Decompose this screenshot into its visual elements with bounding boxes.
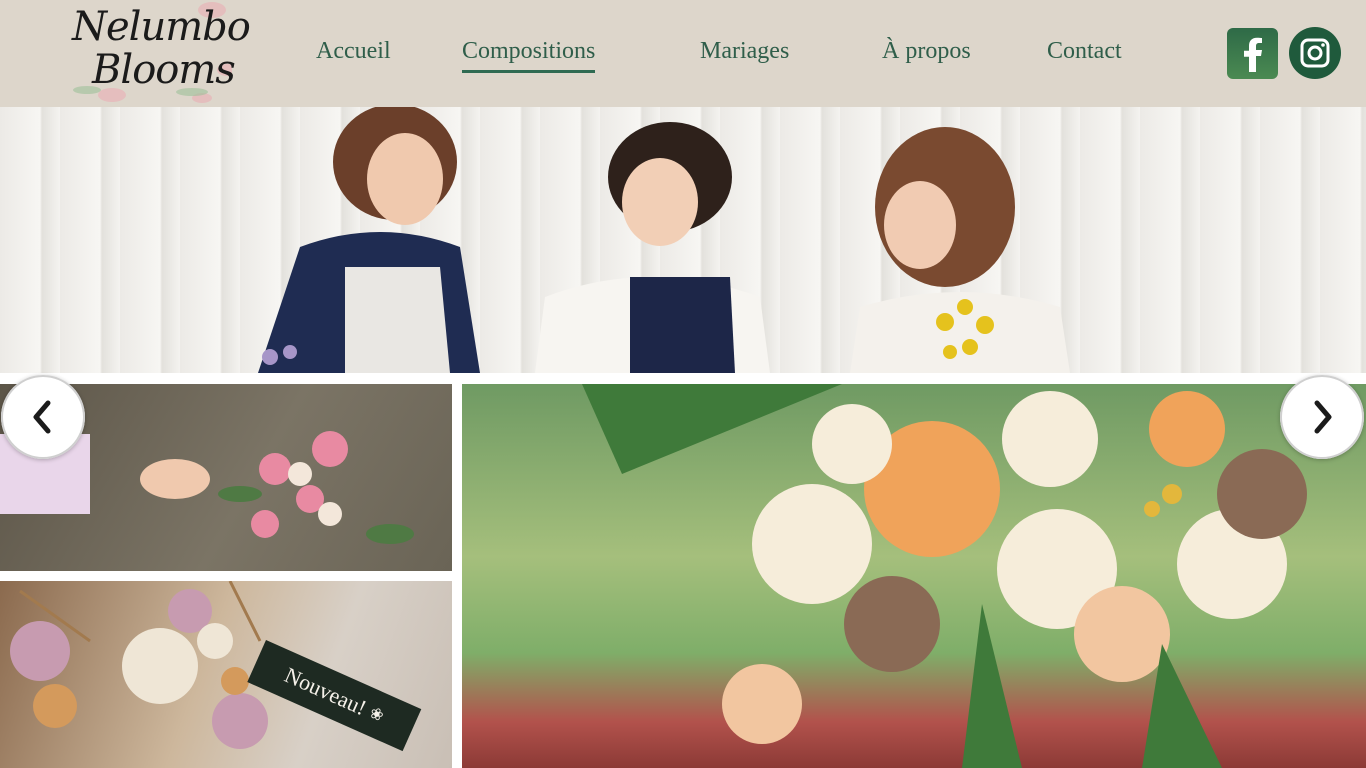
nav-mariages[interactable]: Mariages xyxy=(700,38,789,65)
instagram-button[interactable] xyxy=(1289,27,1341,79)
site-header: Nelumbo Blooms Accueil Compositions Mari… xyxy=(0,0,1366,107)
hero-florists-illustration xyxy=(258,107,1070,373)
section-divider xyxy=(0,373,1366,384)
carousel-next-button[interactable] xyxy=(1280,375,1364,459)
logo-text-line1: Nelumbo xyxy=(72,4,251,50)
instagram-icon xyxy=(1300,38,1330,68)
featured-bouquet-illustration xyxy=(582,384,1307,768)
gallery-tile-featured-bouquet[interactable] xyxy=(462,384,1366,768)
chevron-right-icon xyxy=(1314,400,1332,434)
facebook-icon xyxy=(1243,37,1262,72)
site-logo[interactable]: Nelumbo Blooms xyxy=(62,0,251,107)
nav-accueil[interactable]: Accueil xyxy=(316,38,391,65)
logo-text-line2: Blooms xyxy=(92,47,236,93)
carousel-prev-button[interactable] xyxy=(1,375,85,459)
nav-contact[interactable]: Contact xyxy=(1047,38,1122,65)
hero-image xyxy=(0,107,1366,373)
nav-a-propos[interactable]: À propos xyxy=(882,38,971,65)
facebook-button[interactable] xyxy=(1227,28,1278,79)
lotus-icon: ❀ xyxy=(366,704,387,726)
nav-compositions[interactable]: Compositions xyxy=(462,38,596,73)
chevron-left-icon xyxy=(33,400,51,434)
